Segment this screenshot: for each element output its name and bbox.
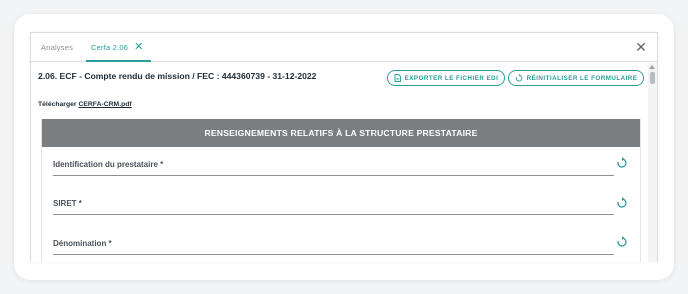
scroll-up-arrow-icon[interactable] [649, 65, 655, 69]
reset-form-label: RÉINITIALISER LE FORMULAIRE [526, 74, 638, 82]
structure-prestataire-section: RENSEIGNEMENTS RELATIFS À LA STRUCTURE P… [41, 119, 641, 262]
tab-analyses[interactable]: Analyses [31, 33, 82, 61]
refresh-icon[interactable] [616, 197, 628, 209]
download-line: Télécharger CERFA-CRM.pdf [38, 101, 132, 108]
close-icon[interactable]: ✕ [633, 39, 649, 55]
field-label: SIRET * [53, 199, 82, 208]
form-window: Analyses Cerfa 2.06 ✕ ✕ 2.06. ECF - Comp… [30, 32, 658, 262]
denomination-field[interactable]: Dénomination * [53, 235, 614, 255]
tab-label: Cerfa 2.06 [91, 42, 129, 52]
refresh-icon[interactable] [616, 157, 628, 169]
scroll-thumb[interactable] [650, 72, 655, 84]
identification-prestataire-field[interactable]: Identification du prestataire * [53, 156, 614, 176]
close-icon[interactable]: ✕ [134, 41, 143, 53]
export-edi-label: EXPORTER LE FICHIER EDI [404, 74, 499, 82]
download-link[interactable]: CERFA-CRM.pdf [78, 101, 131, 108]
tab-label: Analyses [41, 42, 74, 52]
section-title: RENSEIGNEMENTS RELATIFS À LA STRUCTURE P… [42, 119, 640, 147]
siret-field[interactable]: SIRET * [53, 195, 614, 215]
refresh-icon[interactable] [616, 236, 628, 248]
form-content: 2.06. ECF - Compte rendu de mission / FE… [31, 63, 649, 262]
field-label: Identification du prestataire * [53, 160, 164, 169]
document-title: 2.06. ECF - Compte rendu de mission / FE… [38, 71, 317, 81]
tab-bar: Analyses Cerfa 2.06 ✕ [31, 33, 657, 62]
file-icon [394, 74, 401, 82]
reset-form-button[interactable]: RÉINITIALISER LE FORMULAIRE [508, 70, 644, 86]
download-prefix: Télécharger [38, 101, 77, 108]
export-edi-button[interactable]: EXPORTER LE FICHIER EDI [387, 70, 505, 86]
field-label: Dénomination * [53, 239, 112, 248]
tab-cerfa-206[interactable]: Cerfa 2.06 ✕ [82, 33, 152, 62]
refresh-icon [515, 74, 522, 82]
vertical-scrollbar[interactable] [648, 63, 657, 262]
